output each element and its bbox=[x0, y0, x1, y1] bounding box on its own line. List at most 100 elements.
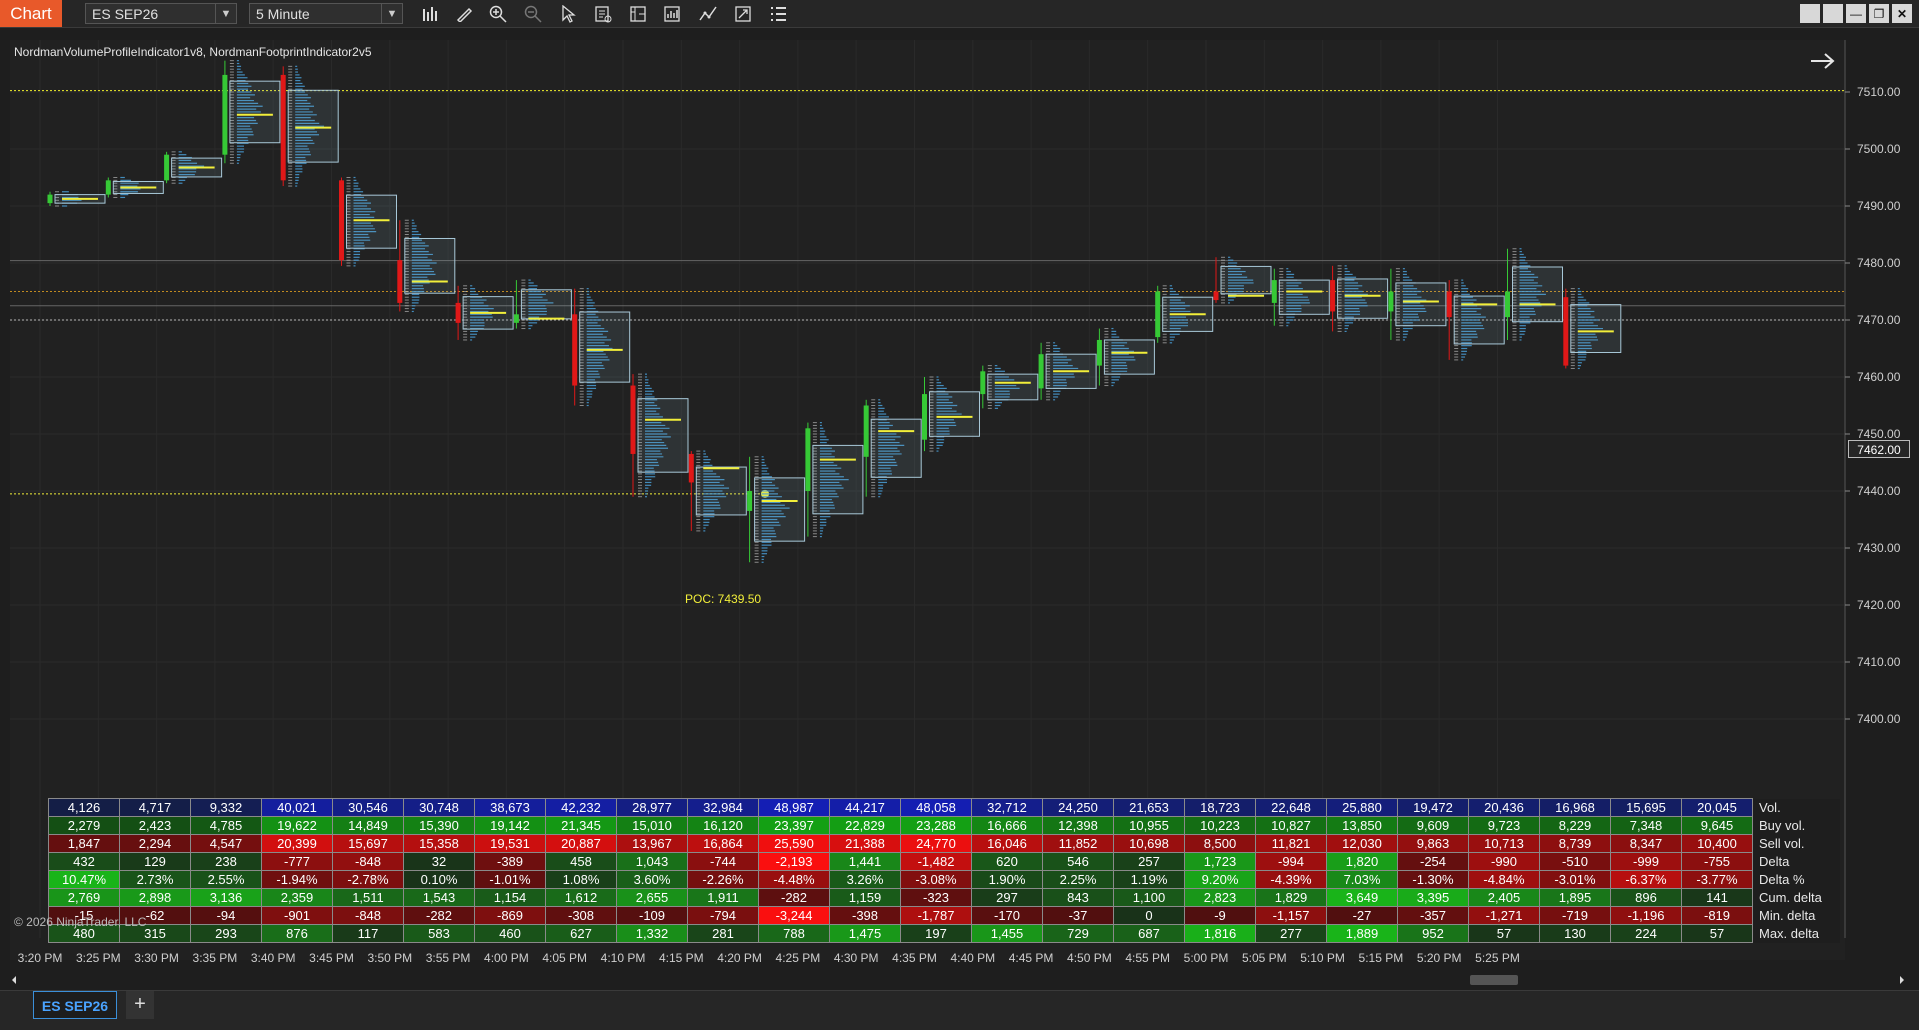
value-area-box bbox=[229, 80, 281, 144]
price-tick-label: 7480.00 bbox=[1857, 256, 1901, 270]
zoom-in-icon[interactable] bbox=[486, 3, 510, 24]
stats-cell: 627 bbox=[545, 924, 617, 943]
time-tick-label: 4:35 PM bbox=[892, 951, 937, 965]
stats-cell: 2,359 bbox=[261, 888, 333, 907]
scroll-right-icon[interactable] bbox=[1900, 976, 1904, 984]
current-price-marker: 7462.00 bbox=[1848, 440, 1910, 458]
time-tick-label: 3:40 PM bbox=[251, 951, 296, 965]
stats-cell: 843 bbox=[1042, 888, 1114, 907]
stats-cell: 30,748 bbox=[403, 798, 475, 817]
stats-cell: -94 bbox=[190, 906, 262, 925]
stats-cell: 458 bbox=[545, 852, 617, 871]
price-tick-label: 7420.00 bbox=[1857, 598, 1901, 612]
stats-cell: 1,100 bbox=[1113, 888, 1185, 907]
stats-cell: 1,723 bbox=[1184, 852, 1256, 871]
stats-cell: 2,279 bbox=[48, 816, 120, 835]
value-area-box bbox=[1453, 295, 1505, 345]
scroll-left-icon[interactable] bbox=[12, 976, 16, 984]
time-tick-label: 5:15 PM bbox=[1359, 951, 1404, 965]
strategies-icon[interactable] bbox=[660, 3, 684, 24]
scroll-thumb[interactable] bbox=[1470, 975, 1518, 985]
stats-cell: 583 bbox=[403, 924, 475, 943]
stats-cell: 44,217 bbox=[829, 798, 901, 817]
minimize-icon[interactable]: — bbox=[1846, 4, 1866, 23]
stats-cell: 1.19% bbox=[1113, 870, 1185, 889]
data-box-icon[interactable] bbox=[591, 3, 615, 24]
stats-cell: 1,543 bbox=[403, 888, 475, 907]
close-icon[interactable]: ✕ bbox=[1892, 4, 1912, 23]
stats-cell: -357 bbox=[1397, 906, 1469, 925]
stats-cell: 32,712 bbox=[971, 798, 1043, 817]
chevron-down-icon[interactable]: ▼ bbox=[381, 4, 402, 23]
stack-window-icon[interactable] bbox=[1823, 4, 1843, 23]
price-tick-label: 7470.00 bbox=[1857, 313, 1901, 327]
stats-cell: 15,697 bbox=[332, 834, 404, 853]
stats-cell: 117 bbox=[332, 924, 404, 943]
stats-cell: 12,398 bbox=[1042, 816, 1114, 835]
tile-window-icon[interactable] bbox=[1800, 4, 1820, 23]
time-tick-label: 5:20 PM bbox=[1417, 951, 1462, 965]
stats-cell: -9 bbox=[1184, 906, 1256, 925]
stats-cell: -990 bbox=[1468, 852, 1540, 871]
stats-cell: 3,395 bbox=[1397, 888, 1469, 907]
attach-icon[interactable] bbox=[731, 3, 755, 24]
stats-row-label: Vol. bbox=[1752, 798, 1840, 817]
indicators-icon[interactable] bbox=[696, 3, 720, 24]
stats-cell: 9,723 bbox=[1468, 816, 1540, 835]
candle-body bbox=[1388, 291, 1394, 312]
candle-body bbox=[805, 428, 811, 491]
tab-es-sep26[interactable]: ES SEP26 bbox=[33, 991, 117, 1019]
value-area-box bbox=[1103, 339, 1155, 375]
stats-cell: 0.10% bbox=[403, 870, 475, 889]
time-tick-label: 3:50 PM bbox=[367, 951, 412, 965]
horizontal-scrollbar[interactable] bbox=[10, 972, 1908, 988]
chevron-down-icon[interactable]: ▼ bbox=[215, 4, 236, 23]
price-tick-label: 7510.00 bbox=[1857, 85, 1901, 99]
pencil-icon[interactable] bbox=[452, 3, 476, 24]
candle-body bbox=[222, 74, 228, 155]
stats-cell: 3,136 bbox=[190, 888, 262, 907]
bar-chart-icon[interactable] bbox=[419, 3, 443, 24]
stats-cell: 8,229 bbox=[1539, 816, 1611, 835]
value-area-box bbox=[870, 418, 922, 478]
stats-cell: 20,436 bbox=[1468, 798, 1540, 817]
value-area-box bbox=[695, 466, 747, 516]
stats-cell: 9,332 bbox=[190, 798, 262, 817]
time-tick-label: 4:50 PM bbox=[1067, 951, 1112, 965]
stats-cell: 25,880 bbox=[1326, 798, 1398, 817]
value-area-box bbox=[1570, 304, 1622, 353]
properties-icon[interactable] bbox=[626, 3, 650, 24]
stats-cell: 224 bbox=[1610, 924, 1682, 943]
interval-selector[interactable]: 5 Minute ▼ bbox=[249, 3, 403, 24]
time-tick-label: 4:25 PM bbox=[776, 951, 821, 965]
stats-cell: -3.77% bbox=[1681, 870, 1753, 889]
stats-cell: 15,390 bbox=[403, 816, 475, 835]
restore-icon[interactable]: ❐ bbox=[1869, 4, 1889, 23]
stats-cell: 257 bbox=[1113, 852, 1185, 871]
stats-cell: 4,717 bbox=[119, 798, 191, 817]
arrow-right-icon[interactable] bbox=[1810, 52, 1836, 70]
stats-cell: 21,345 bbox=[545, 816, 617, 835]
instrument-selector[interactable]: ES SEP26 ▼ bbox=[85, 3, 237, 24]
candle-body bbox=[47, 194, 53, 204]
stats-cell: 687 bbox=[1113, 924, 1185, 943]
add-tab-button[interactable]: + bbox=[126, 991, 154, 1019]
list-icon[interactable] bbox=[766, 3, 790, 24]
stats-cell: 42,232 bbox=[545, 798, 617, 817]
stats-cell: -282 bbox=[758, 888, 830, 907]
candle-body bbox=[339, 180, 344, 261]
pointer-icon[interactable] bbox=[556, 3, 580, 24]
zoom-out-icon[interactable] bbox=[521, 3, 545, 24]
stats-row: 2,279 2,423 4,785 19,622 14,849 15,390 19,142 2… bbox=[48, 816, 1840, 835]
stats-cell: 277 bbox=[1255, 924, 1327, 943]
candle-body bbox=[455, 302, 461, 323]
stats-row: 2,769 2,898 3,136 2,359 1,511 1,543 1,154 1,612… bbox=[48, 888, 1840, 907]
price-tick-label: 7440.00 bbox=[1857, 484, 1901, 498]
price-axis[interactable]: 7510.00 7500.00 7490.00 7480.00 7470.00 7460.… bbox=[1845, 85, 1901, 726]
stats-cell: -4.84% bbox=[1468, 870, 1540, 889]
candle-body bbox=[1563, 297, 1569, 366]
stats-cell: -1,196 bbox=[1610, 906, 1682, 925]
stats-cell: 2,655 bbox=[616, 888, 688, 907]
stats-row-label: Min. delta bbox=[1752, 906, 1840, 925]
stats-cell: 12,030 bbox=[1326, 834, 1398, 853]
